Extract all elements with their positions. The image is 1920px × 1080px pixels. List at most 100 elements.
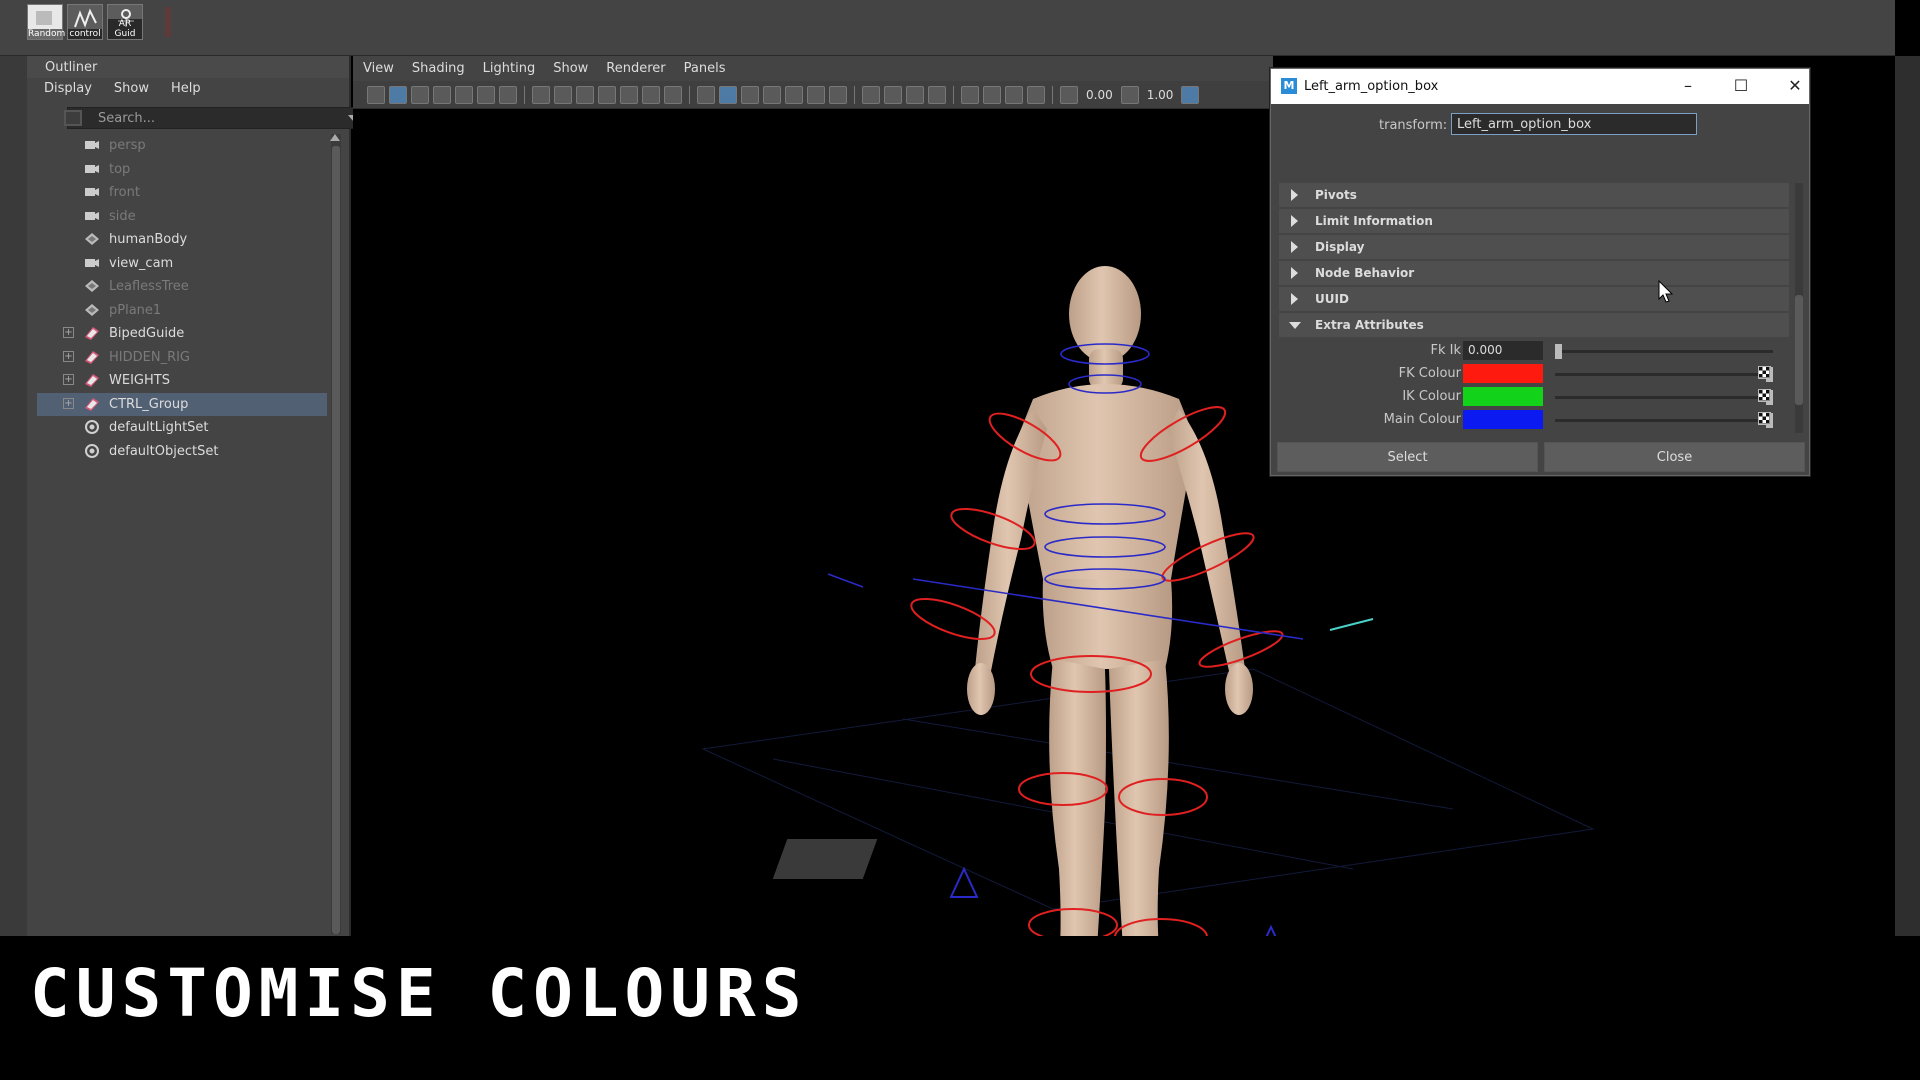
dialog-scroll-thumb[interactable] xyxy=(1795,295,1803,405)
resolution-gate-icon[interactable] xyxy=(576,85,594,104)
section-uuid[interactable]: UUID xyxy=(1279,287,1789,311)
menu-view[interactable]: View xyxy=(363,61,394,76)
outliner-item-persp[interactable]: persp xyxy=(37,134,327,158)
outliner-item-weights[interactable]: + WEIGHTS xyxy=(37,369,327,393)
field-chart-icon[interactable] xyxy=(620,85,638,104)
dialog-titlebar[interactable]: M Left_arm_option_box – ☐ ✕ xyxy=(1271,69,1809,104)
close-icon[interactable]: ✕ xyxy=(1783,75,1807,97)
minimize-icon[interactable]: – xyxy=(1676,75,1700,97)
wireframe-icon[interactable] xyxy=(697,85,715,104)
safe-action-icon[interactable] xyxy=(642,85,660,104)
outliner-item-pplane1[interactable]: pPlane1 xyxy=(37,299,327,323)
outliner-item-side[interactable]: side xyxy=(37,205,327,229)
camera-lock-icon[interactable] xyxy=(389,85,407,104)
ar-guide-tool-button[interactable]: AR Guid xyxy=(107,4,143,40)
image-plane-icon[interactable] xyxy=(455,85,473,104)
color-management-icon[interactable] xyxy=(1181,85,1200,104)
outliner-item-ctrl_group[interactable]: + CTRL_Group xyxy=(37,392,327,416)
expand-arrow-icon[interactable] xyxy=(1291,293,1298,305)
expand-plus-icon[interactable]: + xyxy=(63,374,74,385)
fk-colour-slider[interactable] xyxy=(1555,367,1773,382)
control-tool-button[interactable]: control xyxy=(67,4,103,40)
fk-ik-slider-thumb[interactable] xyxy=(1555,344,1562,359)
grid-icon[interactable] xyxy=(532,85,550,104)
camera-attributes-icon[interactable] xyxy=(411,85,429,104)
outliner-search-input[interactable]: Search... xyxy=(64,107,367,129)
gate-mask-icon[interactable] xyxy=(598,85,616,104)
ik-colour-slider[interactable] xyxy=(1555,390,1773,405)
anti-aliasing-icon[interactable] xyxy=(906,85,924,104)
expand-arrow-icon[interactable] xyxy=(1291,241,1298,253)
maximize-icon[interactable]: ☐ xyxy=(1729,75,1753,97)
menu-help[interactable]: Help xyxy=(171,81,201,97)
fk-colour-swatch[interactable] xyxy=(1463,364,1543,383)
outliner-item-leaflesstree[interactable]: LeaflessTree xyxy=(37,275,327,299)
camera-select-icon[interactable] xyxy=(367,85,385,104)
select-button[interactable]: Select xyxy=(1277,442,1538,472)
menu-lighting[interactable]: Lighting xyxy=(483,61,536,76)
section-display[interactable]: Display xyxy=(1279,235,1789,259)
close-button[interactable]: Close xyxy=(1544,442,1805,472)
2d-pan-icon[interactable] xyxy=(477,85,495,104)
menu-renderer[interactable]: Renderer xyxy=(606,61,665,76)
motion-blur-icon[interactable] xyxy=(884,85,902,104)
lights-icon[interactable] xyxy=(807,85,825,104)
exposure-icon[interactable] xyxy=(1060,85,1078,104)
main-colour-swatch[interactable] xyxy=(1463,410,1543,429)
outliner-item-view_cam[interactable]: view_cam xyxy=(37,252,327,276)
main-colour-slider[interactable] xyxy=(1555,413,1773,428)
outliner-item-bipedguide[interactable]: + BipedGuide xyxy=(37,322,327,346)
ik-colour-swatch[interactable] xyxy=(1463,387,1543,406)
menu-panels[interactable]: Panels xyxy=(684,61,726,76)
outliner-item-defaultobjectset[interactable]: defaultObjectSet xyxy=(37,440,327,464)
search-filter-icon[interactable] xyxy=(64,110,82,126)
depth-of-field-icon[interactable] xyxy=(928,85,946,104)
expand-arrow-icon[interactable] xyxy=(1291,267,1298,279)
xray-icon[interactable] xyxy=(983,85,1001,104)
human-body-mesh[interactable] xyxy=(967,266,1253,936)
film-gate-icon[interactable] xyxy=(554,85,572,104)
random-tool-button[interactable]: Random xyxy=(27,4,65,40)
expand-plus-icon[interactable]: + xyxy=(63,327,74,338)
transform-field[interactable]: Left_arm_option_box xyxy=(1451,113,1697,135)
safe-title-icon[interactable] xyxy=(664,85,682,104)
outliner-item-top[interactable]: top xyxy=(37,158,327,182)
outliner-item-humanbody[interactable]: humanBody xyxy=(37,228,327,252)
expand-plus-icon[interactable]: + xyxy=(63,397,74,409)
section-extra-attributes[interactable]: Extra Attributes xyxy=(1279,313,1789,337)
outliner-scroll-thumb[interactable] xyxy=(332,146,340,934)
section-node-behavior[interactable]: Node Behavior xyxy=(1279,261,1789,285)
expand-plus-icon[interactable]: + xyxy=(63,350,74,362)
section-pivots[interactable]: Pivots xyxy=(1279,183,1789,207)
ambient-occlusion-icon[interactable] xyxy=(862,85,880,104)
section-limit-information[interactable]: Limit Information xyxy=(1279,209,1789,233)
smooth-shade-icon[interactable] xyxy=(719,85,737,104)
scroll-up-arrow-icon[interactable] xyxy=(330,134,340,141)
fk-ik-field[interactable]: 0.000 xyxy=(1463,341,1543,360)
bookmark-icon[interactable] xyxy=(433,85,451,104)
grease-pencil-icon[interactable] xyxy=(499,85,517,104)
menu-shading[interactable]: Shading xyxy=(412,61,465,76)
backface-culling-icon[interactable] xyxy=(1027,85,1045,104)
xray-joints-icon[interactable] xyxy=(1005,85,1023,104)
gamma-value[interactable]: 1.00 xyxy=(1143,88,1178,102)
textured-icon[interactable] xyxy=(785,85,803,104)
outliner-item-hidden_rig[interactable]: + HIDDEN_RIG xyxy=(37,346,327,370)
default-material-icon[interactable] xyxy=(741,85,759,104)
expand-arrow-icon[interactable] xyxy=(1291,189,1298,201)
rig-control-cyan[interactable] xyxy=(1329,618,1374,631)
menu-show[interactable]: Show xyxy=(553,61,588,76)
outliner-item-defaultlightset[interactable]: defaultLightSet xyxy=(37,416,327,440)
dialog-scrollbar[interactable] xyxy=(1795,183,1803,433)
shadows-icon[interactable] xyxy=(829,85,847,104)
texture-map-icon[interactable] xyxy=(1758,389,1771,402)
expand-arrow-icon[interactable] xyxy=(1291,215,1298,227)
gamma-icon[interactable] xyxy=(1120,85,1139,104)
menu-show[interactable]: Show xyxy=(114,81,149,97)
texture-map-icon[interactable] xyxy=(1758,366,1771,379)
exposure-value[interactable]: 0.00 xyxy=(1082,88,1117,102)
texture-map-icon[interactable] xyxy=(1758,412,1771,425)
outliner-item-front[interactable]: front xyxy=(37,181,327,205)
fk-ik-slider[interactable] xyxy=(1555,344,1773,359)
wireframe-on-shaded-icon[interactable] xyxy=(763,85,781,104)
